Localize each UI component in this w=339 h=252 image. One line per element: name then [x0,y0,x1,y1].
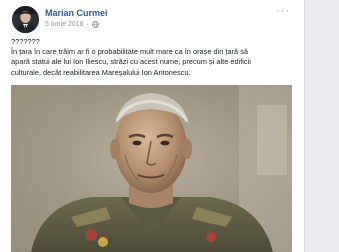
post-text-line: ??????? [11,37,40,46]
post-card: Marian Curmei 5 Iunie 2018 · ··· ???????… [0,0,305,252]
portrait-painting [11,85,292,252]
post-photo[interactable] [11,85,292,252]
post-text: ??????? În țara în care trăim ar fi o pr… [11,37,301,78]
meta-separator: · [86,21,89,28]
globe-icon[interactable] [91,21,99,28]
post-text-line: apară statui ale lui Ion Iliescu, străzi… [11,57,251,67]
post-text-line: În țara în care trăim ar fi o probabilit… [11,47,249,57]
author-name[interactable]: Marian Curmei [45,8,108,18]
post-text-line: culturale, decât reabilitarea Mareșalulu… [11,67,191,77]
page: Marian Curmei 5 Iunie 2018 · ··· ???????… [0,0,339,252]
avatar[interactable] [12,6,39,33]
more-options-icon[interactable]: ··· [276,5,290,17]
post-date[interactable]: 5 Iunie 2018 [45,21,84,28]
avatar-image [12,6,39,33]
post-meta: 5 Iunie 2018 · [45,21,99,28]
